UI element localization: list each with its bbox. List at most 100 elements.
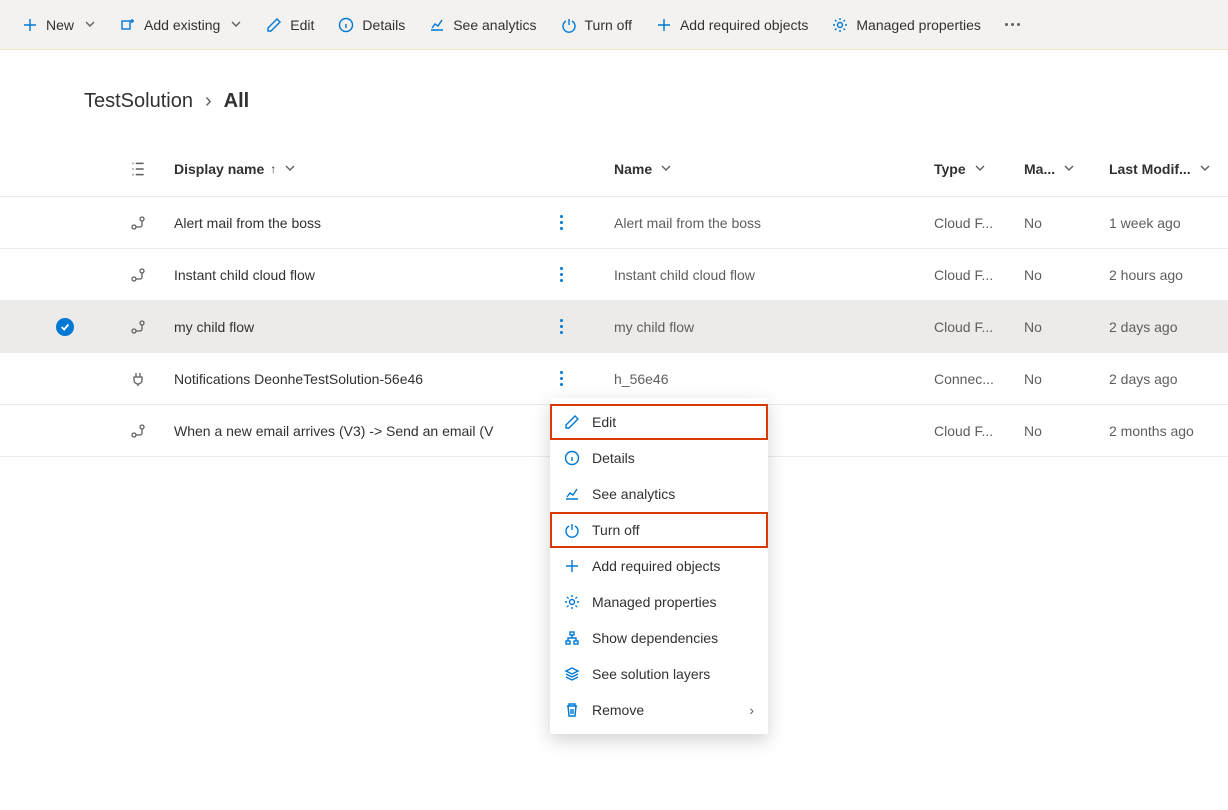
row-type: Cloud F... bbox=[930, 267, 1020, 283]
plus-icon bbox=[656, 17, 672, 33]
context-add-required[interactable]: Add required objects bbox=[550, 548, 768, 584]
details-button[interactable]: Details bbox=[328, 11, 415, 39]
row-actions[interactable] bbox=[550, 313, 610, 340]
row-type: Cloud F... bbox=[930, 423, 1020, 439]
row-managed: No bbox=[1020, 267, 1105, 283]
add-existing-label: Add existing bbox=[144, 17, 220, 33]
table-header: Display name ↑ Name Type Ma... Last Modi… bbox=[0, 141, 1228, 197]
managed-properties-button[interactable]: Managed properties bbox=[822, 11, 991, 39]
row-modified: 2 days ago bbox=[1105, 371, 1225, 387]
add-existing-button[interactable]: Add existing bbox=[110, 11, 252, 39]
table-row[interactable]: Alert mail from the bossAlert mail from … bbox=[0, 197, 1228, 249]
selected-check-icon bbox=[56, 318, 74, 336]
row-display-name[interactable]: Notifications DeonheTestSolution-56e46 bbox=[170, 371, 550, 387]
sort-asc-icon: ↑ bbox=[270, 162, 276, 176]
edit-button[interactable]: Edit bbox=[256, 11, 324, 39]
chevron-down-icon bbox=[1063, 161, 1075, 177]
row-actions[interactable] bbox=[550, 365, 610, 392]
row-name: Instant child cloud flow bbox=[610, 267, 930, 283]
breadcrumb-current: All bbox=[224, 90, 250, 113]
turn-off-button[interactable]: Turn off bbox=[551, 11, 642, 39]
row-display-name[interactable]: Alert mail from the boss bbox=[170, 215, 550, 231]
context-remove[interactable]: Remove › bbox=[550, 692, 768, 728]
table-row[interactable]: Instant child cloud flow Instant child cl… bbox=[0, 249, 1228, 301]
power-icon bbox=[564, 522, 580, 538]
details-label: Details bbox=[362, 17, 405, 33]
row-display-name[interactable]: my child flow bbox=[170, 319, 550, 335]
context-managed-properties[interactable]: Managed properties bbox=[550, 584, 768, 620]
row-managed: No bbox=[1020, 319, 1105, 335]
chevron-right-icon: › bbox=[205, 90, 212, 113]
add-required-label: Add required objects bbox=[680, 17, 808, 33]
breadcrumb-root[interactable]: TestSolution bbox=[84, 90, 193, 113]
context-dependencies[interactable]: Show dependencies bbox=[550, 620, 768, 656]
context-solution-layers[interactable]: See solution layers bbox=[550, 656, 768, 692]
row-modified: 2 hours ago bbox=[1105, 267, 1225, 283]
context-edit[interactable]: Edit bbox=[550, 404, 768, 440]
analytics-icon bbox=[429, 17, 445, 33]
type-header-label: Type bbox=[934, 161, 966, 177]
row-actions[interactable] bbox=[550, 209, 610, 236]
row-selector[interactable] bbox=[0, 318, 110, 336]
row-type: Cloud F... bbox=[930, 319, 1020, 335]
flow-icon bbox=[110, 319, 170, 335]
analytics-icon bbox=[564, 486, 580, 502]
row-actions[interactable] bbox=[550, 261, 610, 288]
row-modified: 1 week ago bbox=[1105, 215, 1225, 231]
context-details-label: Details bbox=[592, 450, 635, 466]
context-turn-off-label: Turn off bbox=[592, 522, 639, 538]
chevron-right-icon: › bbox=[749, 702, 754, 718]
more-actions-button[interactable] bbox=[554, 209, 569, 236]
flow-icon bbox=[110, 423, 170, 439]
row-modified: 2 days ago bbox=[1105, 319, 1225, 335]
context-add-required-label: Add required objects bbox=[592, 558, 720, 574]
row-type: Cloud F... bbox=[930, 215, 1020, 231]
edit-icon bbox=[266, 17, 282, 33]
context-analytics[interactable]: See analytics bbox=[550, 476, 768, 512]
row-display-name[interactable]: When a new email arrives (V3) -> Send an… bbox=[170, 423, 550, 439]
more-actions-button[interactable] bbox=[554, 261, 569, 288]
more-actions-button[interactable] bbox=[554, 365, 569, 392]
type-column-header[interactable]: Type bbox=[930, 161, 1020, 177]
chevron-down-icon bbox=[84, 17, 96, 33]
context-turn-off[interactable]: Turn off bbox=[550, 512, 768, 548]
info-icon bbox=[564, 450, 580, 466]
display-name-column-header[interactable]: Display name ↑ bbox=[170, 161, 550, 177]
row-number-icon[interactable] bbox=[110, 160, 170, 178]
plus-icon bbox=[22, 17, 38, 33]
new-button[interactable]: New bbox=[12, 11, 106, 39]
managed-properties-label: Managed properties bbox=[856, 17, 981, 33]
row-managed: No bbox=[1020, 423, 1105, 439]
chevron-down-icon bbox=[1199, 161, 1211, 177]
chevron-down-icon bbox=[974, 161, 986, 177]
name-column-header[interactable]: Name bbox=[610, 161, 930, 177]
context-analytics-label: See analytics bbox=[592, 486, 675, 502]
managed-column-header[interactable]: Ma... bbox=[1020, 161, 1105, 177]
chevron-down-icon bbox=[284, 161, 296, 177]
add-existing-icon bbox=[120, 17, 136, 33]
context-menu: Edit Details See analytics Turn off Add … bbox=[550, 398, 768, 734]
row-name: h_56e46 bbox=[610, 371, 930, 387]
context-managed-properties-label: Managed properties bbox=[592, 594, 717, 610]
modified-column-header[interactable]: Last Modif... bbox=[1105, 161, 1225, 177]
add-required-button[interactable]: Add required objects bbox=[646, 11, 818, 39]
row-type: Connec... bbox=[930, 371, 1020, 387]
edit-icon bbox=[564, 414, 580, 430]
context-solution-layers-label: See solution layers bbox=[592, 666, 710, 682]
row-display-name[interactable]: Instant child cloud flow bbox=[170, 267, 550, 283]
chevron-down-icon bbox=[230, 17, 242, 33]
power-icon bbox=[561, 17, 577, 33]
gear-icon bbox=[564, 594, 580, 610]
modified-header-label: Last Modif... bbox=[1109, 161, 1191, 177]
table-row[interactable]: my child flowmy child flowCloud F...No2 … bbox=[0, 301, 1228, 353]
new-label: New bbox=[46, 17, 74, 33]
flow-icon bbox=[110, 215, 170, 231]
context-details[interactable]: Details bbox=[550, 440, 768, 476]
plug-icon bbox=[110, 371, 170, 387]
analytics-button[interactable]: See analytics bbox=[419, 11, 546, 39]
breadcrumb: TestSolution › All bbox=[0, 90, 1228, 141]
overflow-menu-button[interactable] bbox=[995, 17, 1030, 32]
flow-icon bbox=[110, 267, 170, 283]
dependencies-icon bbox=[564, 630, 580, 646]
more-actions-button[interactable] bbox=[554, 313, 569, 340]
